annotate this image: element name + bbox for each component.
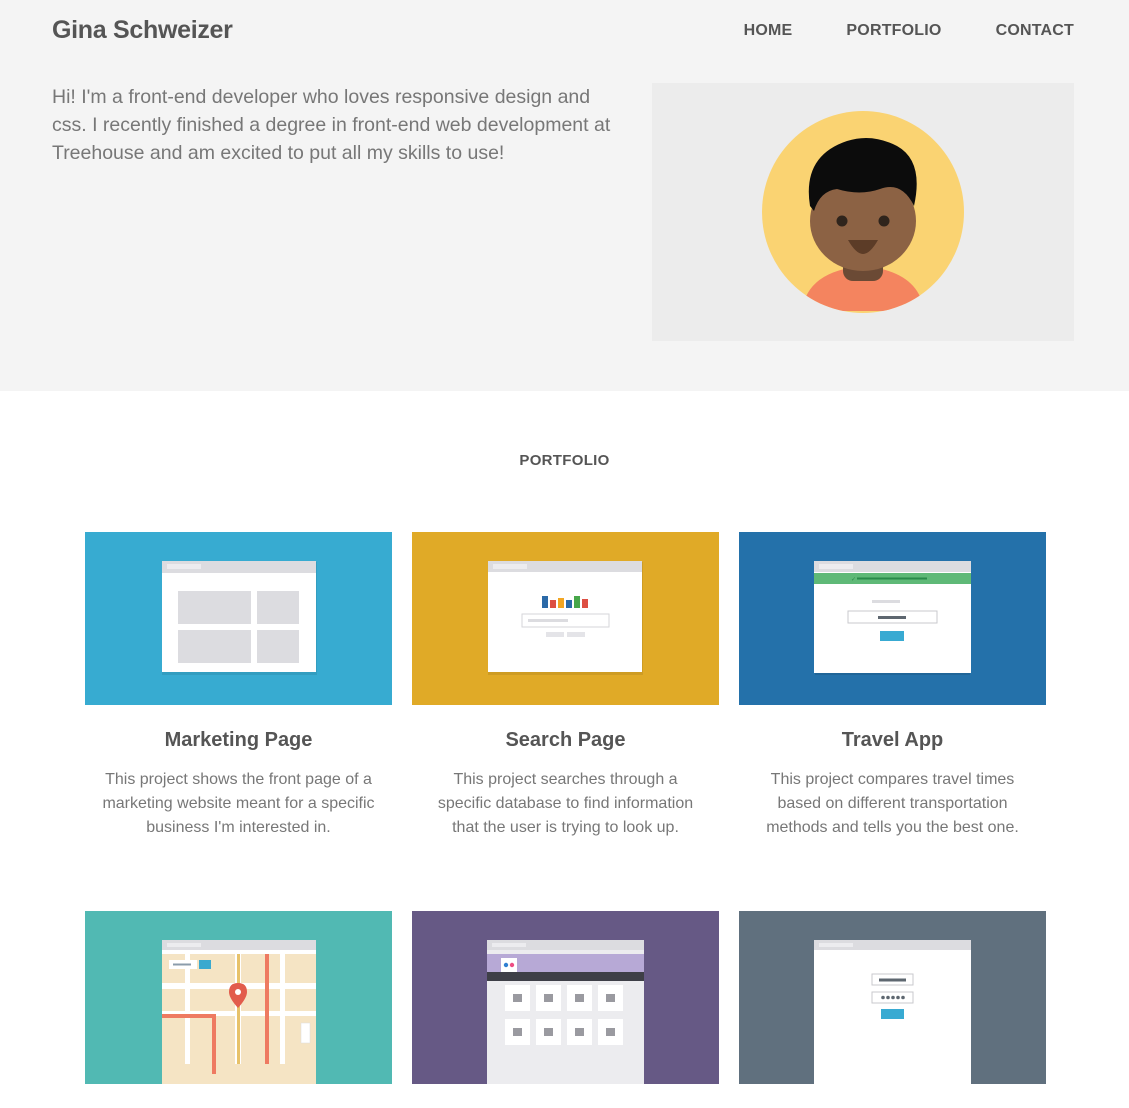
portfolio-heading: PORTFOLIO: [519, 452, 610, 469]
site-brand[interactable]: Gina Schweizer: [52, 16, 233, 45]
project-card-gallery[interactable]: [412, 911, 719, 1108]
project-card-login[interactable]: [739, 911, 1046, 1108]
project-card-marketing[interactable]: Marketing Page This project shows the fr…: [85, 532, 392, 840]
project-thumbnail[interactable]: [412, 532, 719, 705]
project-thumbnail[interactable]: ✓: [739, 532, 1046, 705]
hero-section: Gina Schweizer HOME PORTFOLIO CONTACT Hi…: [0, 0, 1129, 391]
project-description: This project shows the front page of a m…: [102, 771, 375, 836]
project-card-map[interactable]: [85, 911, 392, 1108]
project-thumbnail[interactable]: [85, 911, 392, 1084]
project-title[interactable]: Marketing Page: [85, 729, 392, 752]
project-title[interactable]: Travel App: [739, 729, 1046, 752]
nav-contact-link[interactable]: CONTACT: [996, 22, 1074, 40]
project-card-travel[interactable]: ✓ Travel App This project compares trave…: [739, 532, 1046, 840]
photo-gallery-mockup-icon: [487, 940, 644, 1084]
project-thumbnail[interactable]: [739, 911, 1046, 1084]
login-form-mockup-icon: [814, 940, 971, 1084]
search-page-mockup-icon: [488, 561, 643, 675]
nav-home-link[interactable]: HOME: [744, 22, 793, 40]
intro-text: Hi! I'm a front-end developer who loves …: [52, 86, 611, 164]
project-description: This project searches through a specific…: [437, 771, 694, 836]
project-thumbnail[interactable]: [85, 532, 392, 705]
main-nav: HOME PORTFOLIO CONTACT: [744, 22, 1074, 40]
project-description: This project compares travel times based…: [766, 771, 1019, 836]
marketing-page-mockup-icon: [162, 561, 317, 675]
svg-text:✓: ✓: [851, 576, 856, 583]
nav-portfolio-link[interactable]: PORTFOLIO: [846, 22, 941, 40]
travel-app-mockup-icon: ✓: [814, 561, 971, 675]
map-mockup-icon: [162, 940, 316, 1084]
project-card-search[interactable]: Search Page This project searches throug…: [412, 532, 719, 840]
avatar-panel: [652, 83, 1074, 341]
project-title[interactable]: Search Page: [412, 729, 719, 752]
person-avatar-icon: [762, 111, 964, 313]
project-thumbnail[interactable]: [412, 911, 719, 1084]
